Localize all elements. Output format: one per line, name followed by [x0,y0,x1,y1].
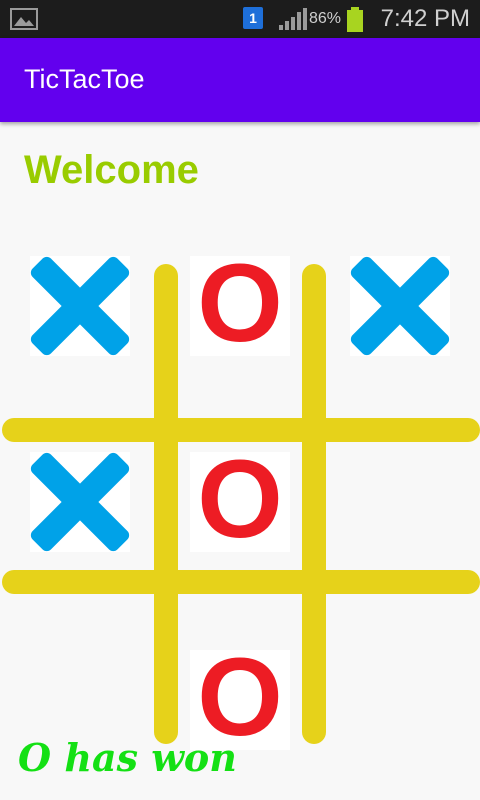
board-cell-6[interactable] [350,452,450,552]
clock: 7:42 PM [380,5,470,32]
o-mark: O [197,242,283,365]
board-cell-3[interactable] [350,256,450,356]
gallery-icon [10,8,38,30]
app-bar: TicTacToe [0,38,480,122]
grid-line-horizontal-bottom [2,570,480,594]
board-cell-4[interactable] [30,452,130,552]
board-cell-1[interactable] [30,256,130,356]
x-mark-icon [30,452,130,552]
x-mark-icon [350,256,450,356]
grid-line-vertical-right [302,264,326,744]
status-bar: 1 86% 7:42 PM [0,0,480,38]
board-cell-5[interactable]: O [190,445,290,555]
board-cell-9[interactable] [350,650,450,750]
result-message: O has won [18,735,237,780]
signal-icon [279,8,307,30]
x-mark-icon [30,256,130,356]
grid-line-vertical-left [154,264,178,744]
app-title: TicTacToe [24,64,145,94]
welcome-heading: Welcome [24,148,199,192]
o-mark: O [197,438,283,561]
board-cell-2[interactable]: O [190,249,290,359]
battery-percent: 86% [309,10,342,27]
battery-icon [347,7,363,32]
notification-badge-icon: 1 [243,7,263,29]
